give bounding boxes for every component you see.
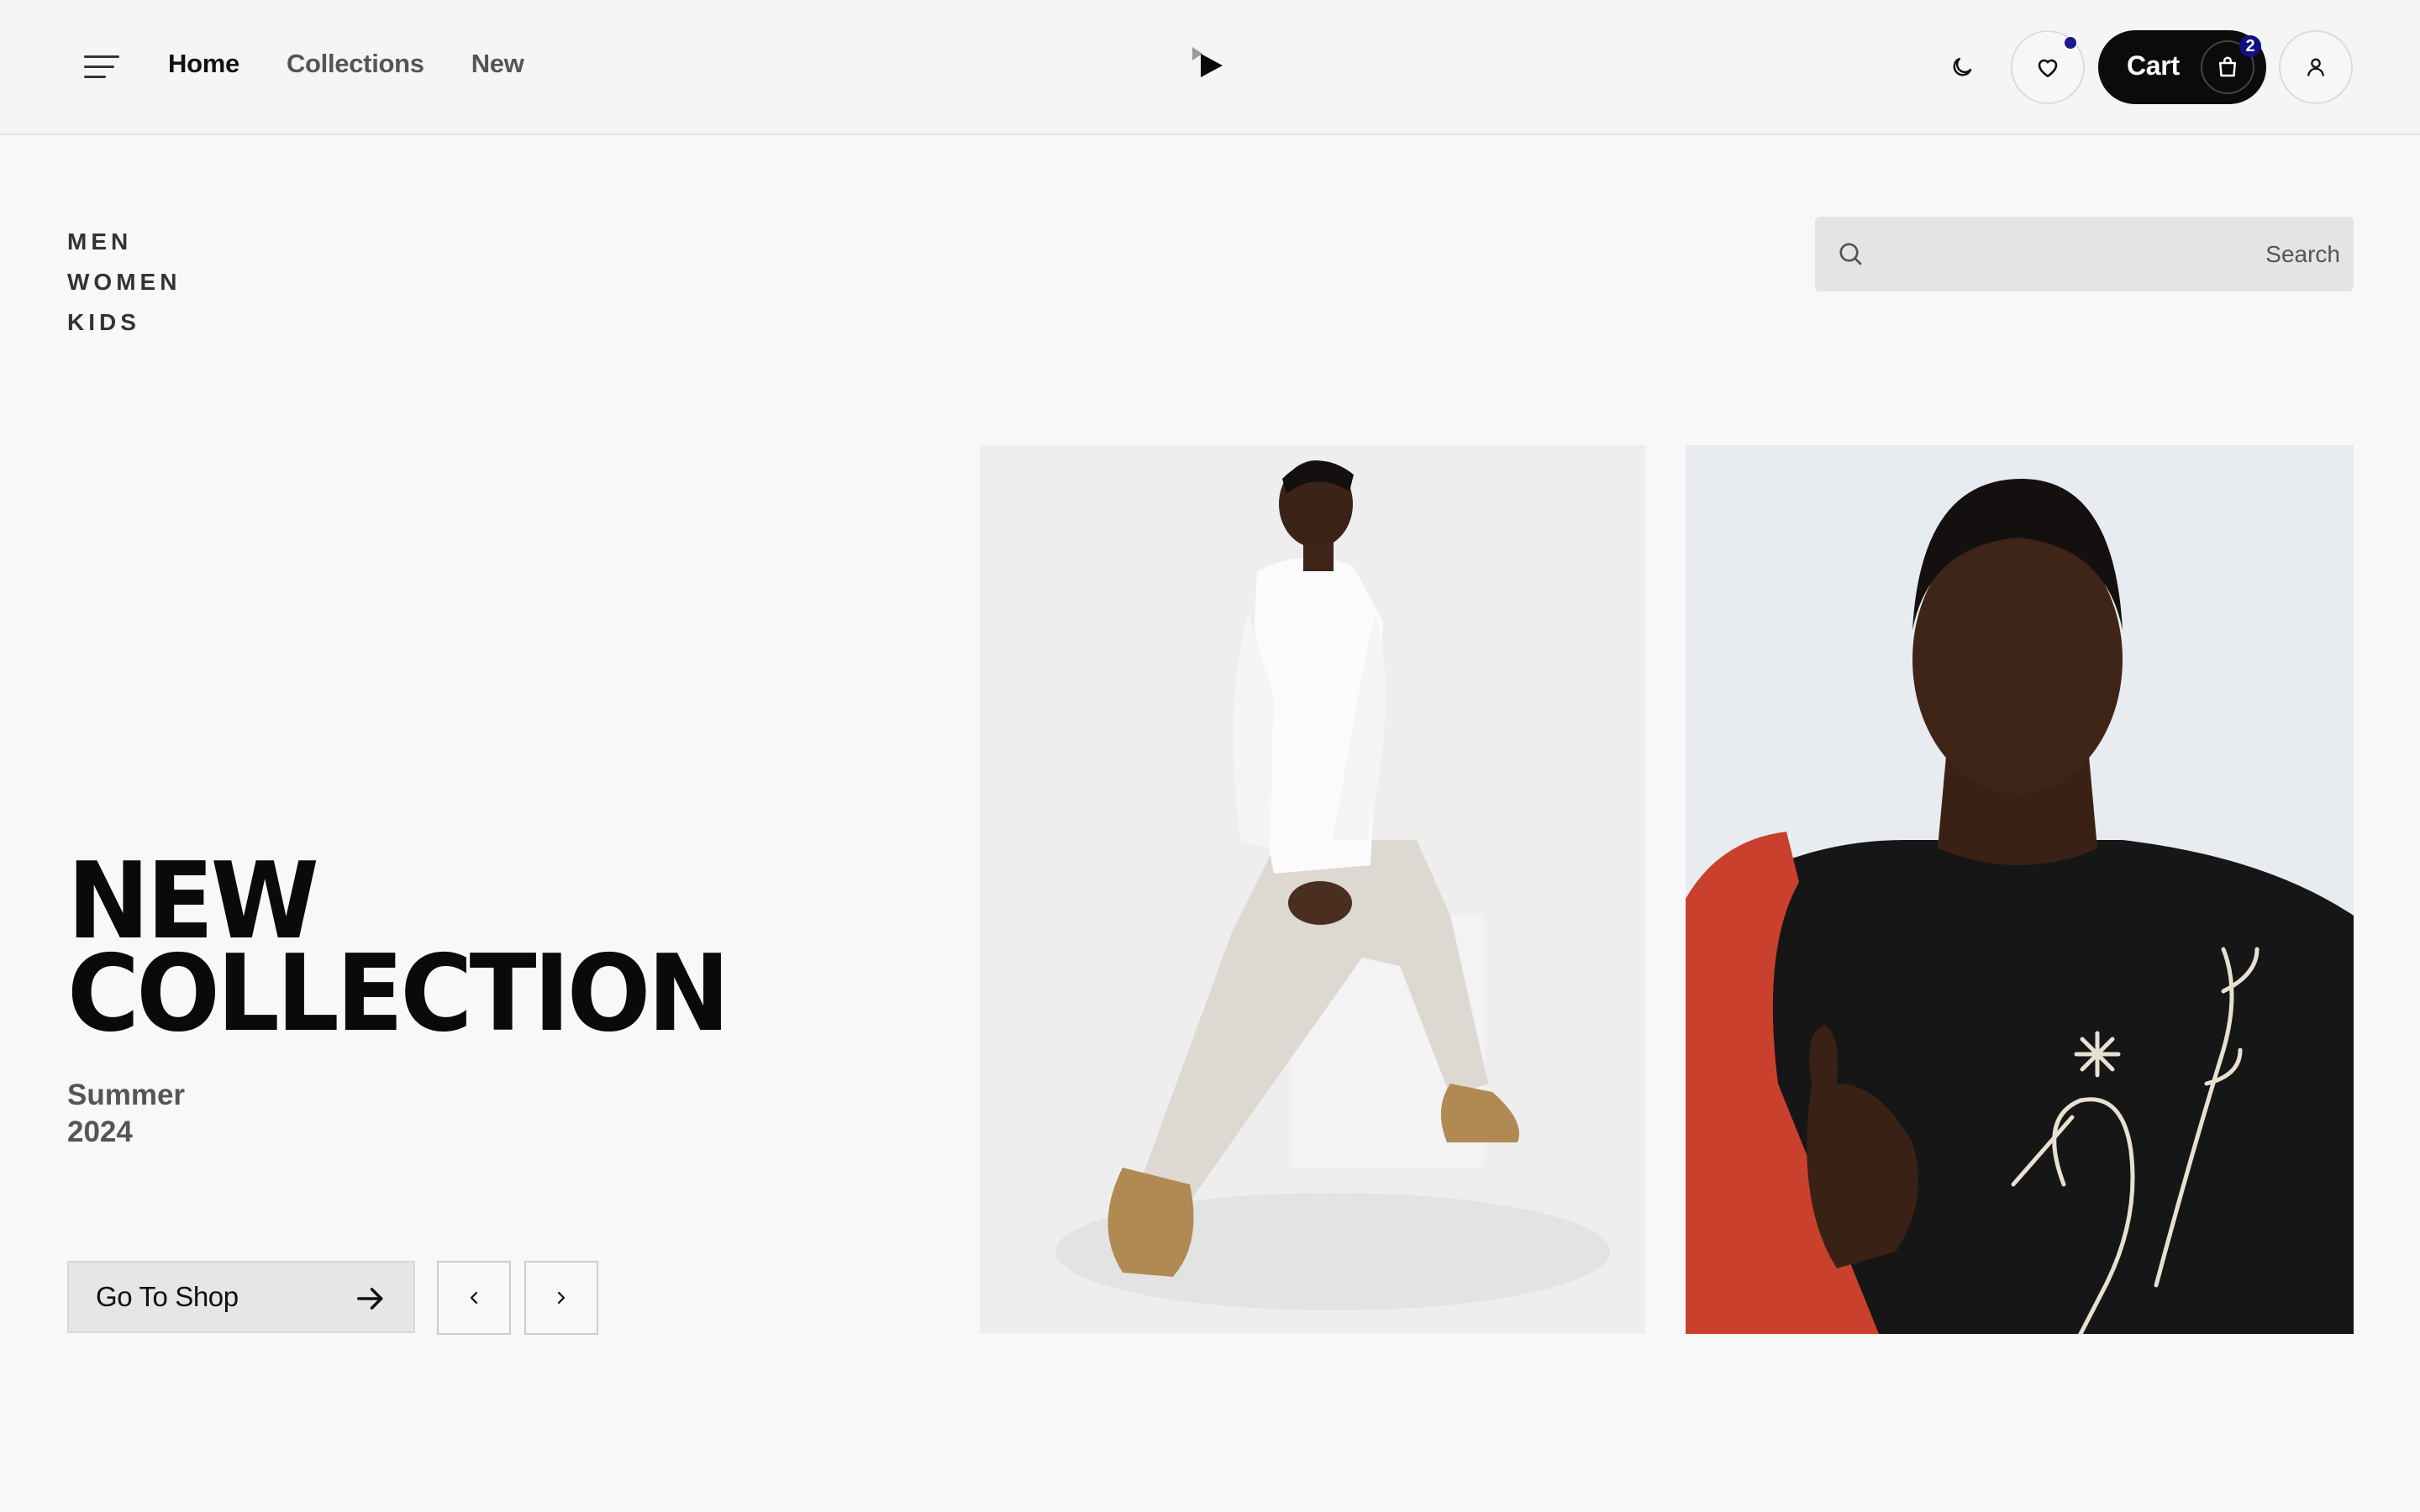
logo-icon[interactable] <box>1191 45 1224 84</box>
hero-title: NEW COLLECTION <box>67 848 730 1055</box>
product-image-black-tee[interactable] <box>1686 445 2354 1334</box>
search-box <box>1815 217 2354 291</box>
category-kids[interactable]: KIDS <box>67 302 181 343</box>
hero-season: Summer <box>67 1079 186 1111</box>
nav-new[interactable]: New <box>471 49 524 79</box>
heart-icon <box>2038 59 2058 77</box>
search-input[interactable] <box>1874 217 2340 291</box>
wishlist-button[interactable] <box>2011 30 2085 104</box>
user-icon <box>2307 58 2324 76</box>
previous-button[interactable] <box>437 1261 511 1335</box>
chevron-left-icon <box>470 1291 478 1305</box>
site-header: Home Collections New Cart 2 <box>0 0 2420 135</box>
moon-icon[interactable] <box>1941 50 1983 85</box>
cart-label: Cart <box>2127 50 2180 81</box>
cart-count-badge: 2 <box>2239 35 2261 57</box>
category-list: MEN WOMEN KIDS <box>67 222 181 343</box>
category-men[interactable]: MEN <box>67 222 181 262</box>
product-image-white-outfit[interactable] <box>980 445 1645 1334</box>
go-to-shop-label: Go To Shop <box>96 1281 239 1312</box>
chevron-right-icon <box>557 1291 566 1305</box>
main-nav: Home Collections New <box>168 49 524 79</box>
search-icon <box>1839 243 1862 265</box>
hero-title-line2: COLLECTION <box>67 932 730 1055</box>
nav-collections[interactable]: Collections <box>287 49 424 79</box>
notification-dot <box>2065 37 2076 49</box>
cart-button[interactable]: Cart 2 <box>2098 30 2266 104</box>
menu-icon[interactable] <box>84 52 123 81</box>
hero-subtitle: Summer 2024 <box>67 1077 185 1151</box>
hero-year: 2024 <box>67 1116 133 1148</box>
nav-home[interactable]: Home <box>168 49 239 79</box>
account-button[interactable] <box>2279 30 2353 104</box>
category-women[interactable]: WOMEN <box>67 262 181 302</box>
next-button[interactable] <box>524 1261 598 1335</box>
arrow-right-icon <box>357 1288 383 1310</box>
go-to-shop-button[interactable]: Go To Shop <box>67 1261 415 1333</box>
